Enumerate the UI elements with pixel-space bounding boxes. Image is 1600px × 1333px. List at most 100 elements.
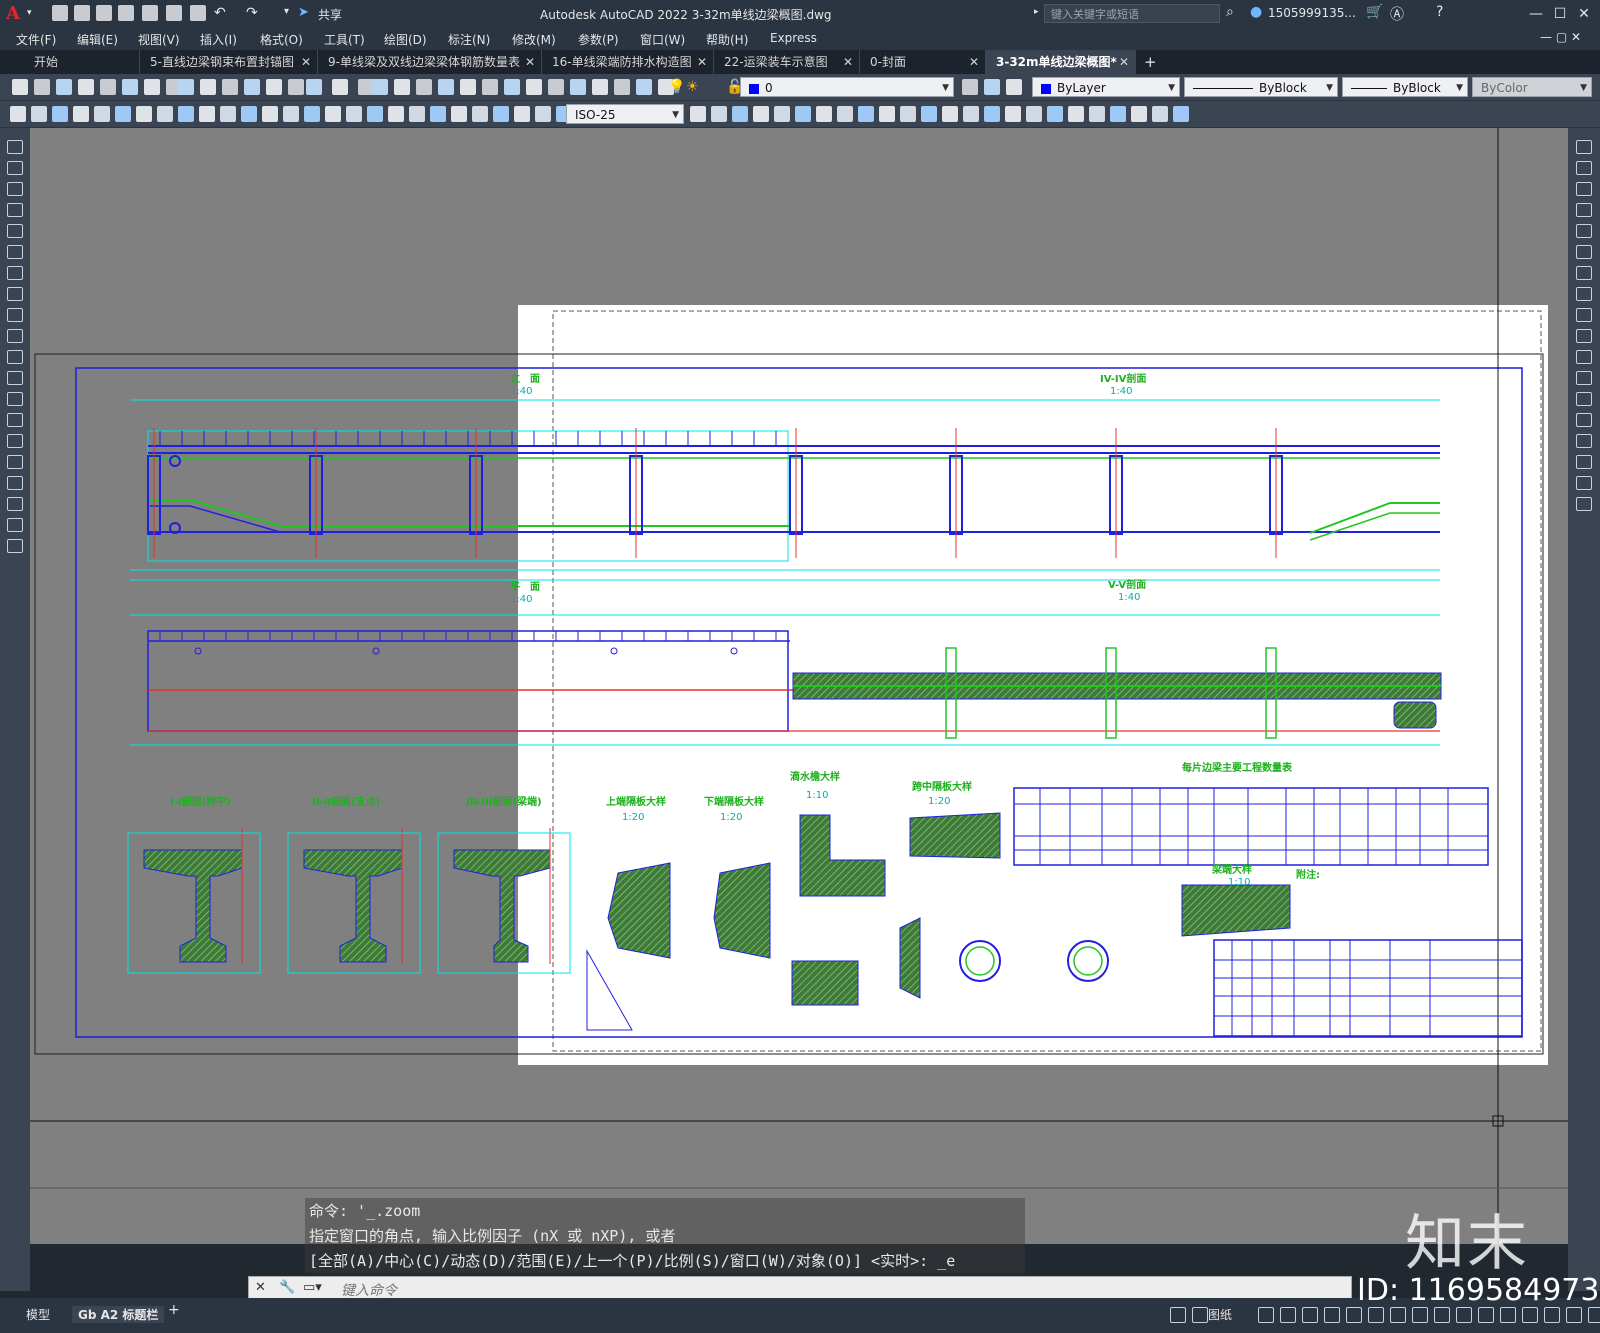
draw-tool-icon[interactable] xyxy=(7,539,23,553)
draw-tool-icon[interactable] xyxy=(7,266,23,280)
draw-tool-icon[interactable] xyxy=(7,203,23,217)
toolbar-tool-icon[interactable] xyxy=(100,79,116,95)
toolbar-tool-icon[interactable] xyxy=(795,106,811,122)
toolbar-tool-icon[interactable] xyxy=(1068,106,1084,122)
tab-doc-3-active[interactable]: 3-32m单线边梁概图* ✕ xyxy=(986,50,1136,74)
layout-tab-gb-a2[interactable]: Gb A2 标题栏 xyxy=(72,1306,165,1323)
tab-doc-0[interactable]: 0-封面 ✕ xyxy=(860,50,986,74)
draw-tool-icon[interactable] xyxy=(7,245,23,259)
lineweight-dropdown[interactable]: ByBlock ▼ xyxy=(1342,77,1468,97)
app-menu-chevron-icon[interactable]: ▾ xyxy=(27,8,32,18)
menu-parametric[interactable]: 参数(P) xyxy=(578,31,619,48)
redo-icon[interactable]: ↷ xyxy=(246,5,258,21)
toolbar-tool-icon[interactable] xyxy=(304,106,320,122)
modify-tool-icon[interactable] xyxy=(1576,308,1592,322)
toolbar-tool-icon[interactable] xyxy=(1110,106,1126,122)
modify-tool-icon[interactable] xyxy=(1576,497,1592,511)
toolbar-tool-icon[interactable] xyxy=(144,79,160,95)
tab-doc-9[interactable]: 9-单线梁及双线边梁梁体钢筋数量表 ✕ xyxy=(318,50,542,74)
toolbar-tool-icon[interactable] xyxy=(388,106,404,122)
modify-tool-icon[interactable] xyxy=(1576,245,1592,259)
toolbar-tool-icon[interactable] xyxy=(753,106,769,122)
toolbar-tool-icon[interactable] xyxy=(1131,106,1147,122)
dimstyle-dropdown[interactable]: ISO-25 ▼ xyxy=(566,104,684,124)
close-tab-icon[interactable]: ✕ xyxy=(843,50,853,74)
toolbar-tool-icon[interactable] xyxy=(52,106,68,122)
toolbar-tool-icon[interactable] xyxy=(394,79,410,95)
draw-tool-icon[interactable] xyxy=(7,371,23,385)
toolbar-tool-icon[interactable] xyxy=(178,79,194,95)
toolbar-tool-icon[interactable] xyxy=(241,106,257,122)
toolbar-tool-icon[interactable] xyxy=(460,79,476,95)
draw-tool-icon[interactable] xyxy=(7,140,23,154)
layer-on-icon[interactable]: 💡 xyxy=(668,79,685,95)
close-tab-icon[interactable]: ✕ xyxy=(525,50,535,74)
tab-doc-16[interactable]: 16-单线梁端防排水构造图 ✕ xyxy=(542,50,714,74)
toolbar-tool-icon[interactable] xyxy=(548,79,564,95)
customize-qa-chevron-icon[interactable]: ▾ xyxy=(284,6,289,17)
status-toggle-icon[interactable] xyxy=(1478,1307,1494,1323)
close-tab-icon[interactable]: ✕ xyxy=(301,50,311,74)
status-toggle-icon[interactable] xyxy=(1456,1307,1472,1323)
modify-tool-icon[interactable] xyxy=(1576,182,1592,196)
tab-doc-22[interactable]: 22-运梁装车示意图 ✕ xyxy=(714,50,860,74)
menu-modify[interactable]: 修改(M) xyxy=(512,31,556,48)
undo-icon[interactable]: ↶ xyxy=(214,5,226,21)
status-toggle-icon[interactable] xyxy=(1170,1307,1186,1323)
plot-icon[interactable] xyxy=(190,5,206,21)
toolbar-tool-icon[interactable] xyxy=(178,106,194,122)
draw-tool-icon[interactable] xyxy=(7,476,23,490)
recent-commands-icon[interactable]: ▭▾ xyxy=(303,1280,322,1295)
toolbar-tool-icon[interactable] xyxy=(514,106,530,122)
new-tab-icon[interactable]: + xyxy=(1144,53,1157,71)
share-button[interactable]: 共享 xyxy=(318,6,342,23)
toolbar-tool-icon[interactable] xyxy=(430,106,446,122)
draw-tool-icon[interactable] xyxy=(7,224,23,238)
toolbar-tool-icon[interactable] xyxy=(962,79,978,95)
toolbar-tool-icon[interactable] xyxy=(136,106,152,122)
user-account[interactable]: 1505999135... xyxy=(1268,6,1356,20)
menu-express[interactable]: Express xyxy=(770,31,817,45)
toolbar-tool-icon[interactable] xyxy=(879,106,895,122)
toolbar-tool-icon[interactable] xyxy=(73,106,89,122)
draw-tool-icon[interactable] xyxy=(7,182,23,196)
save-to-web-icon[interactable] xyxy=(166,5,182,21)
close-tab-icon[interactable]: ✕ xyxy=(1119,50,1129,74)
toolbar-tool-icon[interactable] xyxy=(409,106,425,122)
toolbar-tool-icon[interactable] xyxy=(266,79,282,95)
toolbar-tool-icon[interactable] xyxy=(482,79,498,95)
layer-freeze-icon[interactable]: ☀ xyxy=(686,79,699,95)
toolbar-tool-icon[interactable] xyxy=(115,106,131,122)
toolbar-tool-icon[interactable] xyxy=(1026,106,1042,122)
toolbar-tool-icon[interactable] xyxy=(56,79,72,95)
modify-tool-icon[interactable] xyxy=(1576,455,1592,469)
toolbar-tool-icon[interactable] xyxy=(94,106,110,122)
menu-window[interactable]: 窗口(W) xyxy=(640,31,685,48)
toolbar-tool-icon[interactable] xyxy=(416,79,432,95)
draw-tool-icon[interactable] xyxy=(7,497,23,511)
toolbar-tool-icon[interactable] xyxy=(1005,106,1021,122)
draw-tool-icon[interactable] xyxy=(7,455,23,469)
drawing-canvas[interactable]: 立 面 1:40 IV-IV剖面 1:40 平 面 1:40 V-V剖面 1:40 I-I剖面(… xyxy=(30,128,1568,1244)
plotstyle-dropdown[interactable]: ByColor ▼ xyxy=(1472,77,1592,97)
menu-draw[interactable]: 绘图(D) xyxy=(384,31,427,48)
toolbar-tool-icon[interactable] xyxy=(570,79,586,95)
status-toggle-icon[interactable] xyxy=(1324,1307,1340,1323)
close-icon[interactable]: ✕ xyxy=(1574,4,1594,24)
modify-tool-icon[interactable] xyxy=(1576,413,1592,427)
open-from-web-icon[interactable] xyxy=(142,5,158,21)
command-input[interactable]: 键入命令 xyxy=(341,1280,397,1300)
toolbar-tool-icon[interactable] xyxy=(199,106,215,122)
menu-view[interactable]: 视图(V) xyxy=(138,31,180,48)
menu-file[interactable]: 文件(F) xyxy=(16,31,56,48)
doc-window-controls[interactable]: — ▢ ✕ xyxy=(1540,30,1581,44)
toolbar-tool-icon[interactable] xyxy=(283,106,299,122)
toolbar-tool-icon[interactable] xyxy=(31,106,47,122)
menu-edit[interactable]: 编辑(E) xyxy=(77,31,118,48)
menu-dimension[interactable]: 标注(N) xyxy=(448,31,490,48)
toolbar-tool-icon[interactable] xyxy=(535,106,551,122)
toolbar-tool-icon[interactable] xyxy=(78,79,94,95)
toolbar-tool-icon[interactable] xyxy=(472,106,488,122)
toolbar-tool-icon[interactable] xyxy=(526,79,542,95)
toolbar-tool-icon[interactable] xyxy=(451,106,467,122)
